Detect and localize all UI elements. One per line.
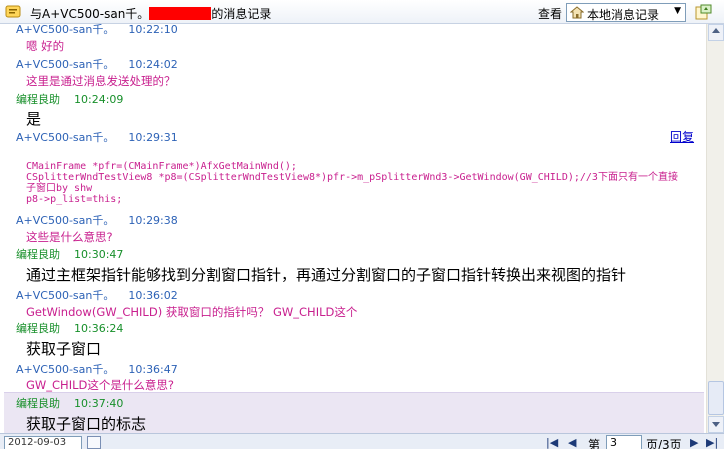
page-total: 页/3页 xyxy=(646,438,682,449)
message-text: GetWindow(GW_CHILD) 获取窗口的指针吗？ GW_CHILD这个 xyxy=(26,305,358,319)
last-page-button[interactable]: ▶| xyxy=(706,436,718,449)
view-select[interactable]: 本地消息记录 ▼ xyxy=(566,3,686,22)
message-header: A+VC500-san千。 10:24:02 xyxy=(16,56,178,72)
message-header: A+VC500-san千。 10:29:38 xyxy=(16,212,178,228)
message-text: 获取子窗口 xyxy=(26,340,102,358)
message-time: 10:29:38 xyxy=(128,214,178,227)
reply-link[interactable]: 回复 xyxy=(670,128,694,145)
message-text: 这里是通过消息发送处理的？ xyxy=(26,74,176,88)
message-header: 编程良助 10:36:24 xyxy=(16,320,123,336)
window-title: 与A+VC500-san千。 的消息记录 xyxy=(30,5,271,22)
message-header: A+VC500-san千。 10:36:02 xyxy=(16,287,178,303)
first-page-button[interactable]: |◀ xyxy=(546,436,558,449)
vertical-scrollbar[interactable] xyxy=(706,24,724,433)
title-suffix: 的消息记录 xyxy=(211,7,272,21)
chevron-down-icon[interactable]: ▼ xyxy=(674,6,681,16)
sender-name: 编程良助 xyxy=(16,397,60,410)
sender-name: 编程良助 xyxy=(16,322,60,335)
message-time: 10:29:31 xyxy=(128,131,178,144)
calendar-icon[interactable] xyxy=(87,436,101,449)
code-snippet: CMainFrame *pfr=(CMainFrame*)AfxGetMainW… xyxy=(26,161,678,205)
message-text: 通过主框架指针能够找到分割窗口指针，再通过分割窗口的子窗口指针转换出来视图的指针 xyxy=(26,266,627,284)
message-text: GW_CHILD这个是什么意思? xyxy=(26,378,174,392)
message-text: 这些是什么意思? xyxy=(26,230,113,244)
prev-page-button[interactable]: ◀ xyxy=(568,436,576,449)
footer-bar: 2012-09-03 |◀ ◀ 第 3 页/3页 ▶ ▶| xyxy=(0,433,724,449)
message-header: 编程良助 10:24:09 xyxy=(16,91,123,107)
message-list[interactable]: A+VC500-san千。 10:22:10 嗯 好的 A+VC500-san千。… xyxy=(0,24,706,433)
title-bar: 与A+VC500-san千。 的消息记录 查看 本地消息记录 ▼ xyxy=(0,0,724,24)
message-time: 10:24:09 xyxy=(74,93,124,106)
sender-name: 编程良助 xyxy=(16,248,60,261)
arrow-up-icon xyxy=(712,28,720,33)
title-prefix: 与A+VC500-san千。 xyxy=(30,7,150,21)
scrollbar-thumb[interactable] xyxy=(708,381,724,415)
message-text: 嗯 好的 xyxy=(26,39,65,53)
message-header: A+VC500-san千。 10:29:31 xyxy=(16,129,178,145)
sender-name: A+VC500-san千。 xyxy=(16,363,115,376)
message-time: 10:36:24 xyxy=(74,322,124,335)
message-time: 10:36:47 xyxy=(128,363,178,376)
sender-name: A+VC500-san千。 xyxy=(16,58,115,71)
date-field[interactable]: 2012-09-03 xyxy=(4,436,82,449)
page-label: 第 xyxy=(588,438,601,449)
message-header: A+VC500-san千。 10:36:47 xyxy=(16,361,178,377)
home-icon xyxy=(570,6,584,19)
sender-name: 编程良助 xyxy=(16,93,60,106)
sender-name: A+VC500-san千。 xyxy=(16,214,115,227)
scroll-down-button[interactable] xyxy=(708,416,724,433)
sender-name: A+VC500-san千。 xyxy=(16,289,115,302)
next-page-button[interactable]: ▶ xyxy=(690,436,698,449)
message-time: 10:22:10 xyxy=(128,24,178,36)
page-number-input[interactable]: 3 xyxy=(606,435,642,449)
chat-history-icon xyxy=(5,5,21,18)
view-select-value: 本地消息记录 xyxy=(587,8,660,22)
sender-name: A+VC500-san千。 xyxy=(16,131,115,144)
redacted-name xyxy=(149,7,212,20)
message-header: 编程良助 10:37:40 xyxy=(16,395,123,411)
message-time: 10:30:47 xyxy=(74,248,124,261)
message-time: 10:37:40 xyxy=(74,397,124,410)
message-header: A+VC500-san千。 10:22:10 xyxy=(16,24,178,37)
message-text: 获取子窗口的标志 xyxy=(26,415,147,433)
message-header: 编程良助 10:30:47 xyxy=(16,246,123,262)
message-time: 10:36:02 xyxy=(128,289,178,302)
export-icon[interactable] xyxy=(695,4,712,20)
view-label: 查看 xyxy=(538,7,563,21)
sender-name: A+VC500-san千。 xyxy=(16,24,115,36)
arrow-down-icon xyxy=(712,422,720,427)
scroll-up-button[interactable] xyxy=(708,24,724,41)
message-text: 是 xyxy=(26,110,42,128)
message-time: 10:24:02 xyxy=(128,58,178,71)
